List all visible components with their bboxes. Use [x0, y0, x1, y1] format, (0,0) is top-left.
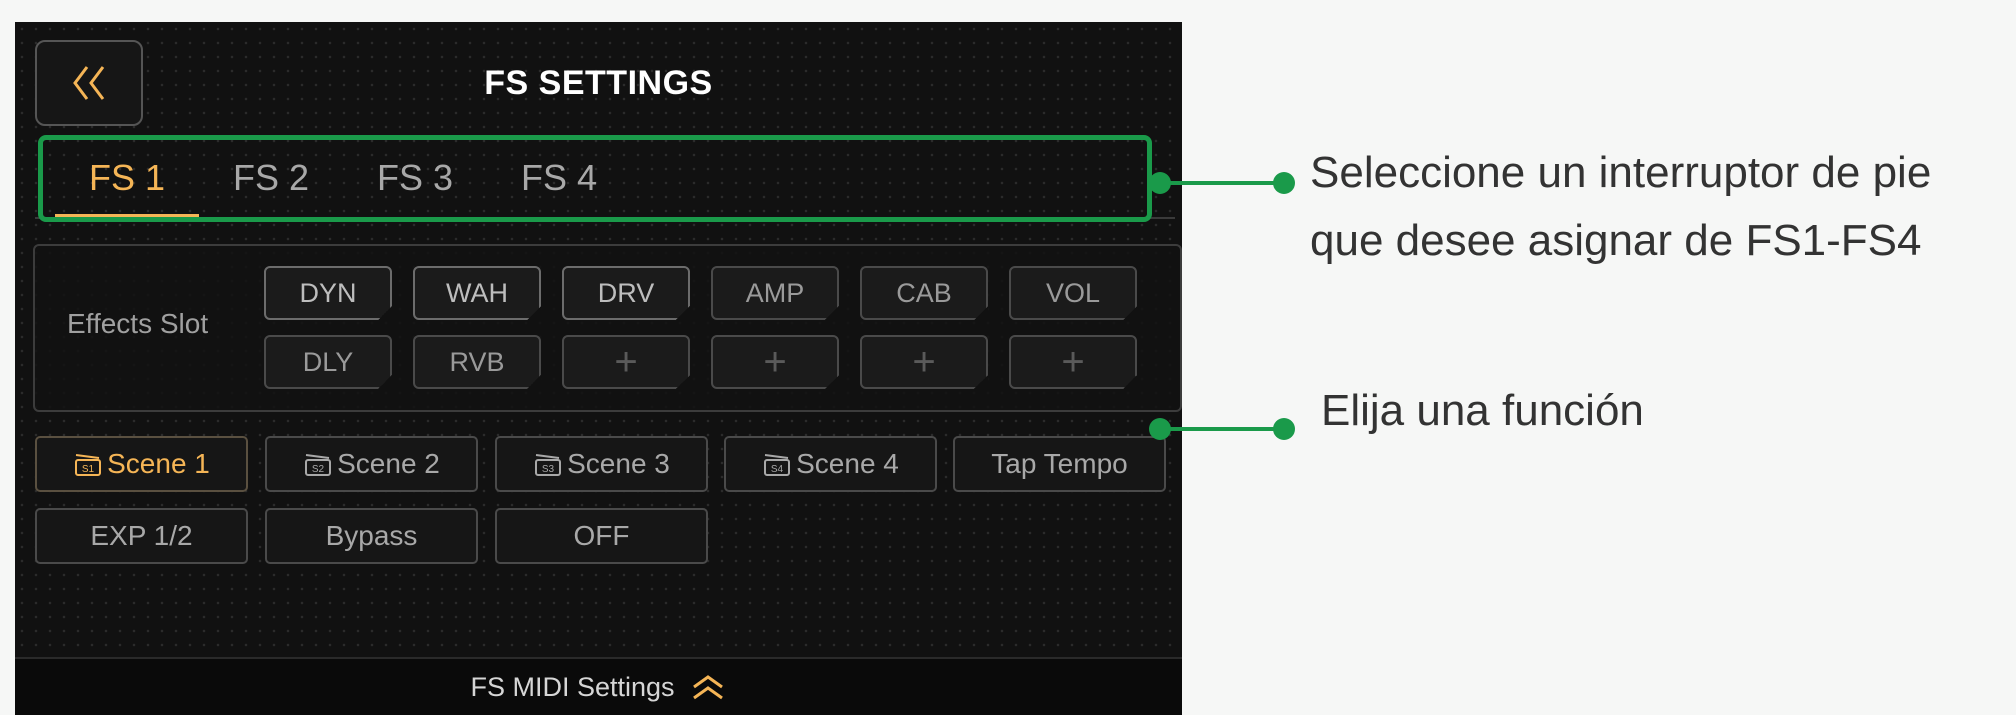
slot-add-2[interactable]: + [711, 335, 839, 389]
scene-4-icon: S4 [764, 454, 791, 476]
function-scene-3[interactable]: S3 Scene 3 [495, 436, 708, 492]
svg-text:S2: S2 [312, 464, 325, 475]
tabs-highlight-box [38, 135, 1152, 222]
callout-line-tabs [1160, 181, 1284, 185]
plus-icon: + [763, 339, 787, 384]
slot-dyn[interactable]: DYN [264, 266, 392, 320]
plus-icon: + [614, 339, 638, 384]
double-chevron-up-icon [692, 675, 723, 700]
slot-cab[interactable]: CAB [860, 266, 988, 320]
page-title: FS SETTINGS [484, 64, 713, 102]
scene-2-icon: S2 [305, 454, 332, 476]
annotation-footswitch-line2: que desee asignar de FS1-FS4 [1310, 216, 1922, 265]
plus-icon: + [1061, 339, 1085, 384]
callout-dot-function-end [1273, 418, 1295, 440]
scene-3-icon: S3 [535, 454, 562, 476]
function-exp-1-2[interactable]: EXP 1/2 [35, 508, 248, 564]
fs-midi-settings-bar[interactable]: FS MIDI Settings [15, 657, 1182, 715]
plus-icon: + [912, 339, 936, 384]
function-off[interactable]: OFF [495, 508, 708, 564]
function-scene-4[interactable]: S4 Scene 4 [724, 436, 937, 492]
annotation-footswitch-line1: Seleccione un interruptor de pie [1310, 148, 1932, 197]
slot-rvb[interactable]: RVB [413, 335, 541, 389]
slot-amp[interactable]: AMP [711, 266, 839, 320]
slot-dly[interactable]: DLY [264, 335, 392, 389]
slot-drv[interactable]: DRV [562, 266, 690, 320]
function-tap-tempo[interactable]: Tap Tempo [953, 436, 1166, 492]
svg-text:S3: S3 [542, 464, 555, 475]
effects-slot-label: Effects Slot [67, 308, 209, 339]
device-screen: FS SETTINGS FS 1 FS 2 FS 3 FS 4 Effects … [15, 22, 1182, 715]
function-bypass[interactable]: Bypass [265, 508, 478, 564]
svg-text:S4: S4 [771, 464, 784, 475]
function-scene-1[interactable]: S1 Scene 1 [35, 436, 248, 492]
fs-midi-settings-label: FS MIDI Settings [470, 671, 675, 702]
annotation-function: Elija una función [1321, 386, 1644, 435]
slot-add-4[interactable]: + [1009, 335, 1137, 389]
svg-text:S1: S1 [82, 464, 95, 475]
slot-vol[interactable]: VOL [1009, 266, 1137, 320]
callout-line-function [1160, 427, 1284, 431]
scene-1-icon: S1 [75, 454, 102, 476]
slot-add-1[interactable]: + [562, 335, 690, 389]
slot-wah[interactable]: WAH [413, 266, 541, 320]
slot-add-3[interactable]: + [860, 335, 988, 389]
callout-dot-tabs-end [1273, 172, 1295, 194]
effects-slot-panel: Effects Slot DYN WAH DRV AMP CAB VOL DLY… [33, 244, 1182, 412]
function-scene-2[interactable]: S2 Scene 2 [265, 436, 478, 492]
